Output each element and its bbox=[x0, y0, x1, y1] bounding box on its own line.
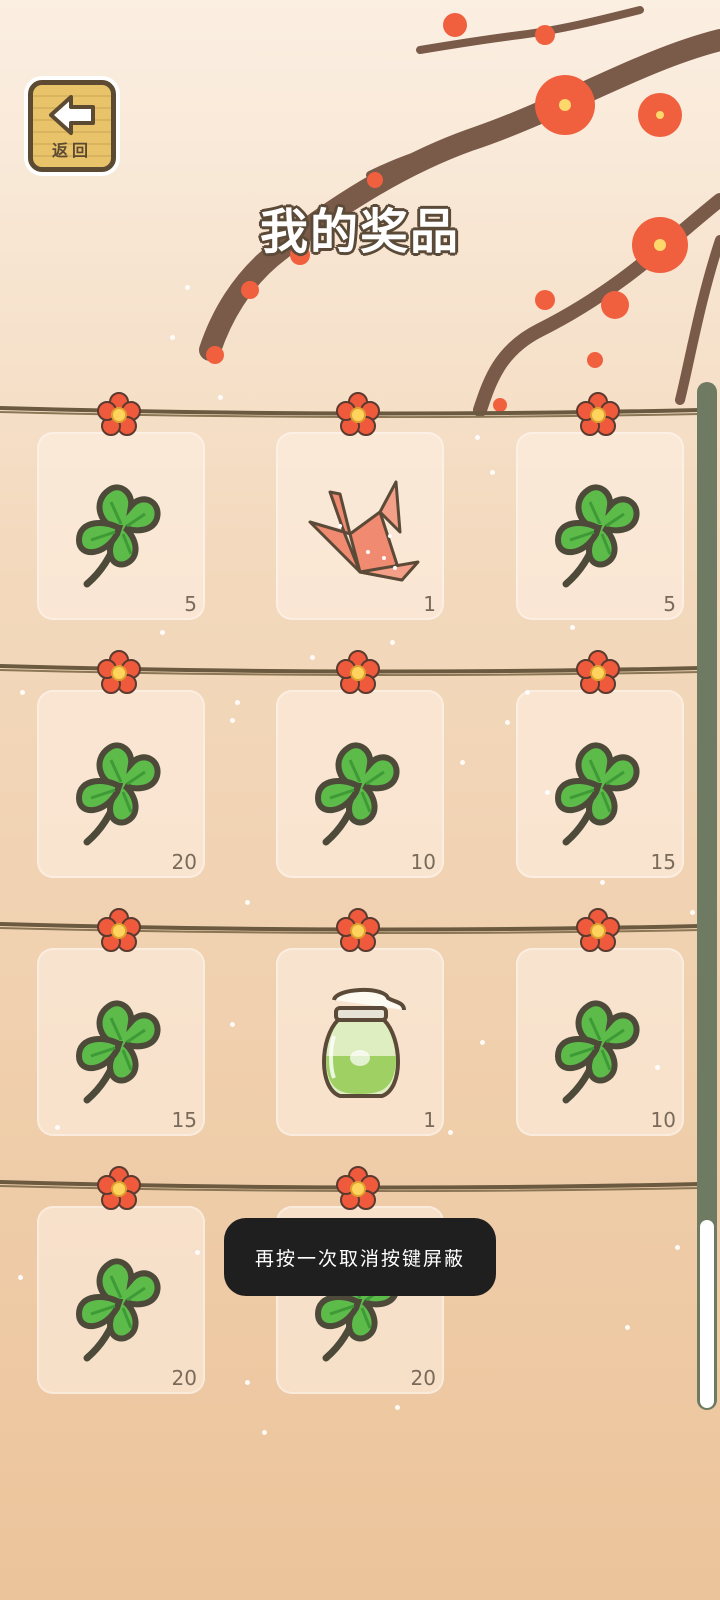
snow-dot bbox=[160, 630, 165, 635]
snow-dot bbox=[480, 1040, 485, 1045]
snow-dot bbox=[235, 700, 240, 705]
prize-card[interactable]: 1 bbox=[276, 948, 444, 1136]
snow-dot bbox=[185, 285, 190, 290]
clover-icon bbox=[75, 1000, 161, 1104]
snow-dot bbox=[655, 1065, 660, 1070]
snow-dot bbox=[475, 435, 480, 440]
snow-dot bbox=[460, 760, 465, 765]
snow-dot bbox=[170, 335, 175, 340]
snow-dot bbox=[195, 1250, 200, 1255]
prize-card[interactable]: 5 bbox=[516, 432, 684, 620]
prize-card[interactable]: 10 bbox=[516, 948, 684, 1136]
snow-dot bbox=[505, 720, 510, 725]
prize-card[interactable]: 1 bbox=[276, 432, 444, 620]
clover-icon bbox=[554, 742, 640, 846]
snow-dot bbox=[262, 1430, 267, 1435]
snow-dot bbox=[18, 1275, 23, 1280]
flower-clip-icon bbox=[335, 392, 381, 438]
snow-dot bbox=[218, 395, 223, 400]
snow-dot bbox=[525, 690, 530, 695]
flower-clip-icon bbox=[96, 392, 142, 438]
prize-card[interactable]: 15 bbox=[516, 690, 684, 878]
snow-dot bbox=[490, 470, 495, 475]
prize-count: 1 bbox=[423, 592, 436, 616]
prize-card[interactable]: 20 bbox=[37, 690, 205, 878]
snow-dot bbox=[600, 880, 605, 885]
snow-dot bbox=[690, 910, 695, 915]
snow-dot bbox=[245, 1380, 250, 1385]
prize-count: 5 bbox=[663, 592, 676, 616]
page-title: 我的奖品 bbox=[259, 204, 460, 260]
clover-icon bbox=[554, 484, 640, 588]
snow-dot bbox=[625, 1325, 630, 1330]
clover-icon bbox=[75, 1258, 161, 1362]
prize-count: 20 bbox=[171, 1366, 197, 1390]
flower-clip-icon bbox=[575, 908, 621, 954]
prize-count: 1 bbox=[423, 1108, 436, 1132]
snow-dot bbox=[310, 655, 315, 660]
snow-dot bbox=[20, 690, 25, 695]
paper-crane-icon bbox=[308, 480, 420, 582]
back-button[interactable]: 返回 bbox=[28, 80, 116, 172]
prize-card[interactable]: 15 bbox=[37, 948, 205, 1136]
snow-dot bbox=[230, 1022, 235, 1027]
back-label: 返回 bbox=[51, 141, 92, 160]
prize-count: 20 bbox=[410, 1366, 436, 1390]
prize-card[interactable]: 5 bbox=[37, 432, 205, 620]
scrollbar-thumb[interactable] bbox=[700, 1220, 714, 1408]
flower-clip-icon bbox=[96, 650, 142, 696]
snow-dot bbox=[448, 1130, 453, 1135]
clover-icon bbox=[75, 484, 161, 588]
prize-count: 15 bbox=[171, 1108, 197, 1132]
prize-card[interactable]: 10 bbox=[276, 690, 444, 878]
snow-dot bbox=[570, 625, 575, 630]
prize-card[interactable]: 20 bbox=[37, 1206, 205, 1394]
jar-icon bbox=[322, 987, 406, 1098]
clover-icon bbox=[554, 1000, 640, 1104]
prize-count: 20 bbox=[171, 850, 197, 874]
snow-dot bbox=[390, 640, 395, 645]
flower-clip-icon bbox=[335, 908, 381, 954]
prize-count: 5 bbox=[184, 592, 197, 616]
flower-clip-icon bbox=[575, 650, 621, 696]
flower-clip-icon bbox=[335, 650, 381, 696]
prize-count: 10 bbox=[650, 1108, 676, 1132]
snow-dot bbox=[245, 900, 250, 905]
snow-dot bbox=[230, 718, 235, 723]
clover-icon bbox=[75, 742, 161, 846]
toast-message: 再按一次取消按键屏蔽 bbox=[224, 1218, 496, 1296]
flower-clip-icon bbox=[96, 908, 142, 954]
snow-dot bbox=[545, 790, 550, 795]
prize-count: 10 bbox=[410, 850, 436, 874]
snow-dot bbox=[55, 1125, 60, 1130]
flower-clip-icon bbox=[335, 1166, 381, 1212]
flower-clip-icon bbox=[575, 392, 621, 438]
snow-dot bbox=[395, 1405, 400, 1410]
prize-count: 15 bbox=[650, 850, 676, 874]
flower-clip-icon bbox=[96, 1166, 142, 1212]
back-arrow-icon bbox=[49, 95, 95, 135]
clover-icon bbox=[314, 742, 400, 846]
snow-dot bbox=[675, 1245, 680, 1250]
